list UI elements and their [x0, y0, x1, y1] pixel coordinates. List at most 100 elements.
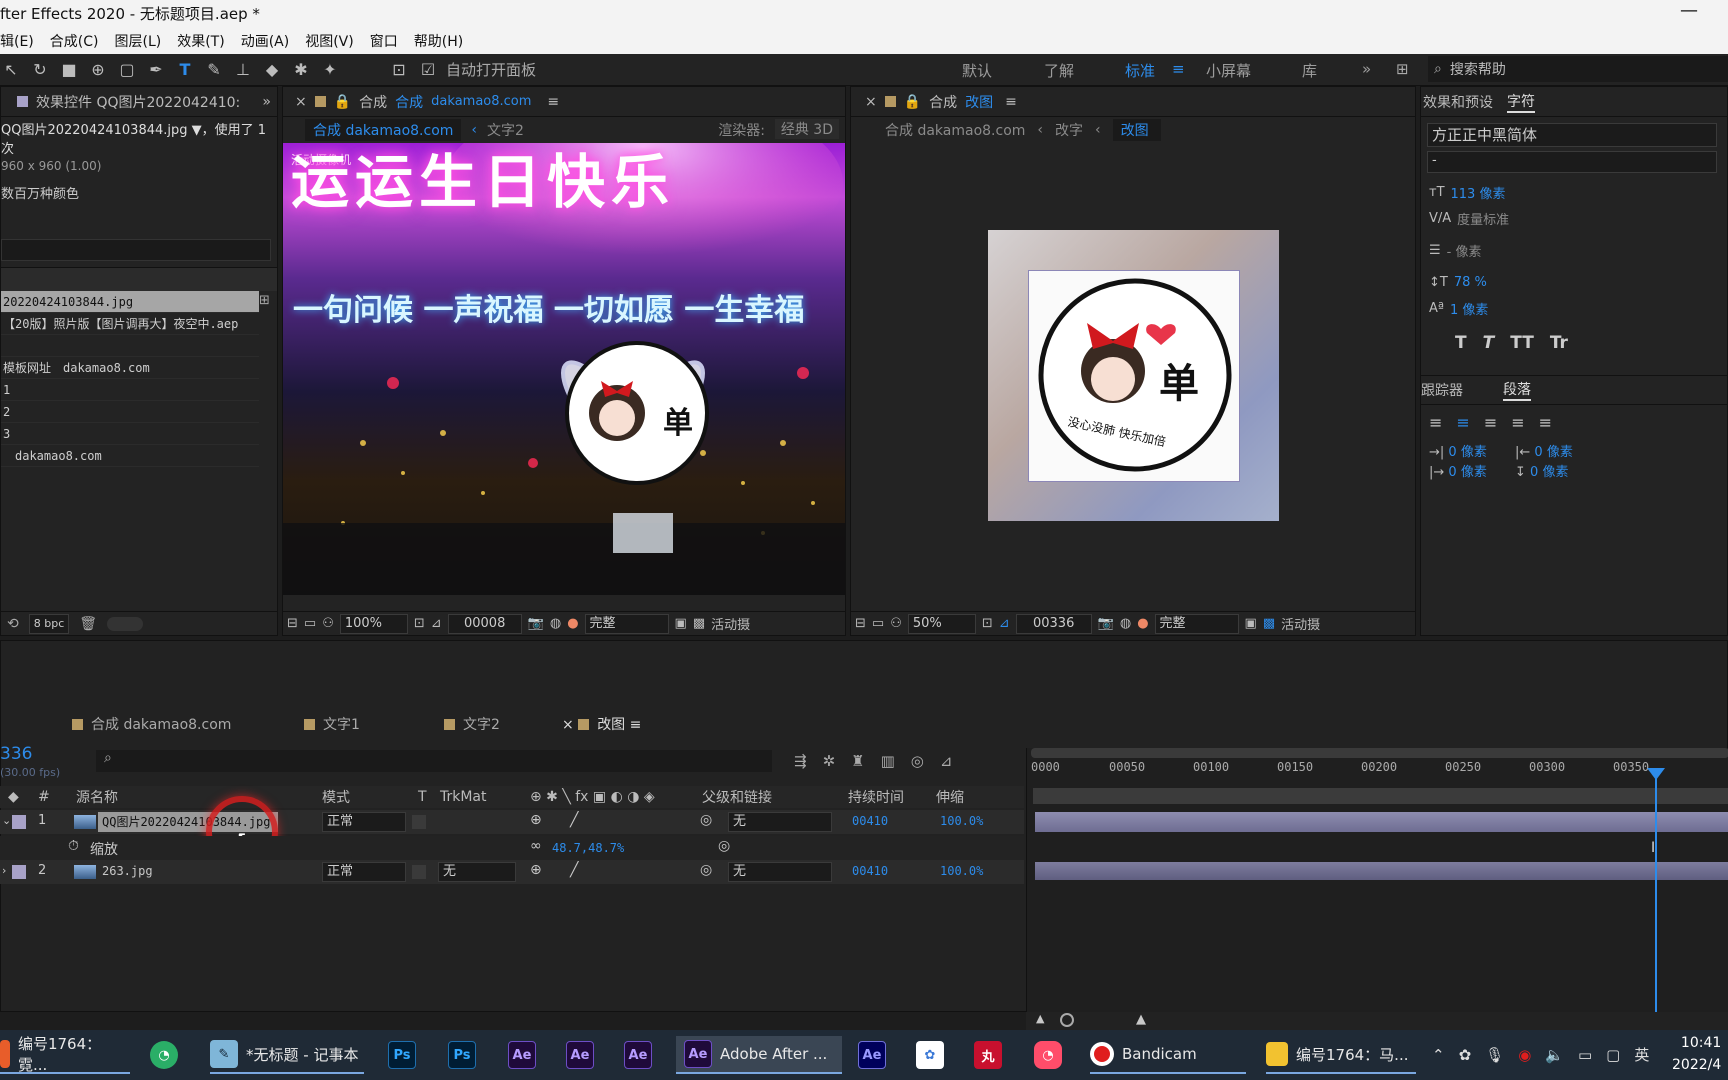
- app-red-icon[interactable]: 丸: [974, 1036, 1002, 1074]
- transparency-grid-icon[interactable]: ▩: [1263, 616, 1275, 631]
- layer-duration[interactable]: 00410: [852, 864, 888, 878]
- stopwatch-icon[interactable]: ⏱: [68, 838, 79, 854]
- expand-arrow-icon[interactable]: ⌄: [2, 814, 11, 827]
- breadcrumb-1[interactable]: 合成 dakamao8.com: [885, 120, 1025, 140]
- indent-left-value[interactable]: 0 像素: [1448, 445, 1486, 460]
- roi-icon[interactable]: ▣: [675, 616, 687, 631]
- after-effects-icon-3[interactable]: Ae: [624, 1036, 652, 1074]
- zoom-in-icon[interactable]: ▲: [1136, 1012, 1146, 1027]
- network-icon[interactable]: ▢: [1606, 1046, 1620, 1064]
- photoshop-icon-2[interactable]: Ps: [448, 1036, 476, 1074]
- table-row[interactable]: › 2 263.jpg 正常 无 ⊕ ╱ ◎ 无 00410 100.0%: [0, 860, 1024, 884]
- show-snapshot-icon[interactable]: ◍: [550, 616, 561, 631]
- show-snapshot-icon[interactable]: ◍: [1120, 616, 1131, 631]
- view-select[interactable]: 活动摄: [711, 614, 750, 633]
- list-item[interactable]: 3: [1, 423, 259, 445]
- faux-italic-button[interactable]: T: [1483, 333, 1495, 353]
- photoshop-icon-1[interactable]: Ps: [388, 1036, 416, 1074]
- playhead[interactable]: [1655, 772, 1657, 1012]
- taskbar-item-after-effects[interactable]: Ae Adobe After ...: [676, 1036, 842, 1074]
- list-item[interactable]: 【20版】照片版【图片调再大】夜空中.aep: [1, 313, 259, 335]
- chevron-up-icon[interactable]: ⌃: [1432, 1046, 1445, 1064]
- workspace-default[interactable]: 默认: [962, 60, 992, 81]
- eraser-tool-icon[interactable]: ◆: [261, 58, 283, 80]
- pen-tool-icon[interactable]: ✒: [145, 58, 167, 80]
- auto-open-checkbox[interactable]: ☑: [417, 58, 439, 80]
- layer-stretch[interactable]: 100.0%: [940, 814, 983, 828]
- pick-whip-icon[interactable]: ◎: [700, 862, 712, 878]
- paragraph-tab[interactable]: 段落: [1503, 379, 1531, 401]
- justify-icon[interactable]: ≡: [1511, 413, 1524, 432]
- vertical-scale-value[interactable]: 78 %: [1454, 275, 1487, 290]
- shy-layers-icon[interactable]: ♜: [851, 752, 864, 770]
- transparency-grid-icon[interactable]: ▩: [693, 616, 705, 631]
- brush-tool-icon[interactable]: ✎: [203, 58, 225, 80]
- panel-menu-icon[interactable]: ≡: [547, 94, 559, 110]
- breadcrumb-next[interactable]: 文字2: [487, 120, 524, 140]
- breadcrumb-2[interactable]: 改字: [1055, 120, 1083, 140]
- list-item[interactable]: 2: [1, 401, 259, 423]
- label-color[interactable]: [12, 865, 26, 879]
- rectangle-tool-icon[interactable]: ▢: [116, 58, 138, 80]
- preserve-transparency-toggle[interactable]: [412, 865, 426, 879]
- space-after-value[interactable]: 0 像素: [1530, 465, 1568, 480]
- roto-brush-icon[interactable]: ✱: [290, 58, 312, 80]
- app-grid-icon[interactable]: ✿: [916, 1036, 944, 1074]
- taskbar-item-folder[interactable]: 编号1764：马...: [1266, 1036, 1416, 1074]
- mask-icon[interactable]: ⚇: [322, 616, 334, 631]
- space-before-value[interactable]: 0 像素: [1448, 465, 1486, 480]
- grid-icon[interactable]: ⊿: [431, 616, 442, 631]
- current-frame[interactable]: 00336: [1015, 613, 1092, 634]
- volume-icon[interactable]: 🔈: [1545, 1046, 1564, 1064]
- layer-name[interactable]: 263.jpg: [102, 864, 153, 878]
- comp-tab-blue[interactable]: 合成: [395, 92, 423, 112]
- workspace-standard[interactable]: 标准: [1125, 60, 1155, 81]
- align-right-icon[interactable]: ≡: [1484, 413, 1497, 432]
- frame-blending-icon[interactable]: ▥: [881, 752, 895, 770]
- quality-switch-icon[interactable]: ╱: [570, 862, 578, 878]
- timeline-tab-comp[interactable]: 合成 dakamao8.com: [72, 714, 231, 734]
- timeline-tab-text2[interactable]: 文字2: [444, 714, 500, 734]
- column-stretch[interactable]: 伸缩: [936, 787, 964, 807]
- panel-menu-icon[interactable]: ≡: [1005, 94, 1017, 110]
- preserve-transparency-toggle[interactable]: [412, 815, 426, 829]
- battery-icon[interactable]: ▭: [1578, 1046, 1592, 1064]
- justify-all-icon[interactable]: ≡: [1539, 413, 1552, 432]
- mask-icon[interactable]: ⚇: [890, 616, 902, 631]
- font-family-select[interactable]: 方正正中黑简体: [1427, 123, 1717, 147]
- composition-mini-flowchart-icon[interactable]: ⇶: [794, 752, 807, 770]
- region-icon[interactable]: ⊟: [287, 616, 298, 631]
- layer-bar[interactable]: [1035, 862, 1728, 880]
- graph-editor-icon[interactable]: ⊿: [940, 752, 953, 770]
- column-trkmat[interactable]: TrkMat: [440, 789, 487, 805]
- resolution-select[interactable]: 完整: [584, 613, 669, 634]
- list-item[interactable]: 20220424103844.jpg: [1, 291, 259, 313]
- app-pink-icon[interactable]: ◔: [1034, 1036, 1062, 1074]
- effect-controls-tab[interactable]: 效果控件 QQ图片2022042410:: [36, 92, 240, 112]
- arrow-tool-icon[interactable]: ↖: [0, 58, 22, 80]
- zoom-select[interactable]: 100%: [339, 613, 408, 634]
- fit-icon[interactable]: ⊡: [982, 616, 993, 631]
- workspace-small-screen[interactable]: 小屏幕: [1206, 60, 1251, 81]
- project-search-input[interactable]: [1, 239, 271, 261]
- all-caps-button[interactable]: TT: [1510, 333, 1534, 353]
- constrain-proportions-icon[interactable]: ∞: [530, 838, 542, 854]
- align-left-icon[interactable]: ≡: [1429, 413, 1442, 432]
- taskbar-item-bandicam[interactable]: Bandicam: [1090, 1036, 1246, 1074]
- playhead-handle[interactable]: [1647, 768, 1665, 780]
- monitor-icon[interactable]: ▭: [872, 616, 884, 631]
- text-tool-icon[interactable]: T: [174, 58, 196, 80]
- menu-view[interactable]: 视图(V): [305, 31, 354, 51]
- stroke-width-value[interactable]: - 像素: [1447, 241, 1482, 260]
- menu-composition[interactable]: 合成(C): [50, 31, 99, 51]
- breadcrumb-active[interactable]: 合成 dakamao8.com: [305, 119, 462, 141]
- comp-canvas-right[interactable]: 单 没心没肺 快乐加倍: [988, 230, 1279, 521]
- font-style-select[interactable]: -: [1427, 151, 1717, 173]
- timeline-tab-text1[interactable]: 文字1: [304, 714, 360, 734]
- font-size-value[interactable]: 113 像素: [1451, 183, 1506, 202]
- column-mode[interactable]: 模式: [322, 787, 350, 807]
- workspace-menu-icon[interactable]: ≡: [1172, 60, 1185, 78]
- snapshot-icon[interactable]: 📷: [528, 616, 544, 631]
- time-ruler[interactable]: 0000 00050 00100 00150 00200 00250 00300…: [1027, 760, 1728, 782]
- after-effects-icon-4[interactable]: Ae: [858, 1036, 886, 1074]
